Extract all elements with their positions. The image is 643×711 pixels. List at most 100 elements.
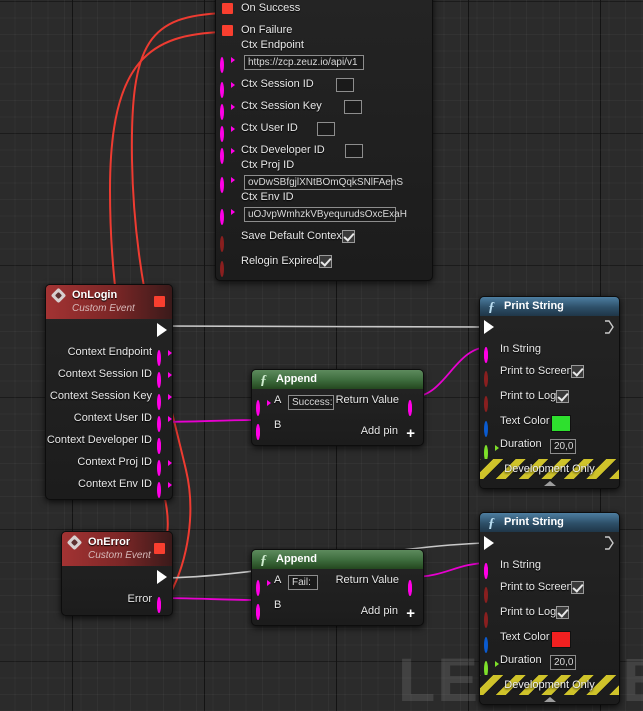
- print2-header[interactable]: ƒ Print String: [480, 513, 619, 532]
- append1-a-pin[interactable]: [256, 397, 271, 416]
- row-print1-print-to-screen[interactable]: Print to Screen: [480, 360, 619, 387]
- append-node-success[interactable]: ƒ Append A Success: Return Value B Add p…: [251, 369, 424, 446]
- ctx-endpoint-pin[interactable]: [220, 54, 235, 73]
- context-proj-id-pin[interactable]: [157, 457, 172, 476]
- ctx-env-id-pin[interactable]: [220, 206, 235, 225]
- append2-a-pin[interactable]: [256, 577, 271, 596]
- blueprint-graph-canvas[interactable]: LEVEL B On Success On Fa: [0, 0, 643, 711]
- print1-in-string-pin[interactable]: [484, 344, 495, 363]
- row-print2-print-to-screen[interactable]: Print to Screen: [480, 576, 619, 603]
- row-error-output[interactable]: Error: [62, 588, 172, 615]
- row-context-endpoint[interactable]: Context Endpoint: [46, 341, 172, 366]
- ctx-session-key-input[interactable]: [344, 100, 362, 114]
- print1-text-color-pin[interactable]: [484, 418, 495, 437]
- print2-duration-pin[interactable]: [484, 658, 499, 677]
- append2-a-input[interactable]: Fail:: [288, 575, 318, 590]
- row-onerror-exec-out[interactable]: [62, 566, 172, 588]
- append2-add-pin-button[interactable]: +: [406, 606, 415, 621]
- print2-exec-out-pin[interactable]: [604, 536, 614, 550]
- relogin-expired-pin[interactable]: [220, 258, 231, 277]
- row-save-default-context[interactable]: Save Default Context: [216, 225, 432, 252]
- onlogin-event-node[interactable]: OnLogin Custom Event Context Endpoint Co…: [45, 284, 173, 500]
- on-success-exec-pin[interactable]: [222, 3, 233, 14]
- row-context-env-id[interactable]: Context Env ID: [46, 473, 172, 499]
- row-print1-in-string[interactable]: In String: [480, 338, 619, 363]
- ctx-env-id-input[interactable]: uOJvpWmhzkVByequrudsOxcExaH: [244, 207, 407, 222]
- row-print1-text-color[interactable]: Text Color: [480, 410, 619, 437]
- row-append1-a[interactable]: A Success: Return Value: [252, 389, 423, 416]
- row-ctx-endpoint[interactable]: Ctx Endpoint https://zcp.zeuz.io/api/v1: [216, 39, 432, 73]
- row-append1-b[interactable]: B Add pin +: [252, 416, 423, 445]
- print1-print-to-log-checkbox[interactable]: [556, 390, 569, 403]
- onerror-header[interactable]: OnError Custom Event: [62, 532, 172, 566]
- print2-text-color-swatch[interactable]: [551, 631, 571, 648]
- row-append2-a[interactable]: A Fail: Return Value: [252, 569, 423, 596]
- print1-exec-in-pin[interactable]: [484, 320, 494, 334]
- row-context-user-id[interactable]: Context User ID: [46, 407, 172, 432]
- row-relogin-expired[interactable]: Relogin Expired: [216, 250, 432, 277]
- row-on-success[interactable]: On Success: [216, 0, 432, 19]
- ctx-proj-id-pin[interactable]: [220, 174, 235, 193]
- ctx-user-id-pin[interactable]: [220, 123, 235, 142]
- print2-print-to-screen-pin[interactable]: [484, 584, 495, 603]
- row-print1-duration[interactable]: Duration 20,0: [480, 435, 619, 461]
- onerror-delegate-pin[interactable]: [154, 543, 165, 554]
- print1-duration-input[interactable]: 20,0: [550, 439, 576, 454]
- row-onlogin-exec-out[interactable]: [46, 319, 172, 341]
- relogin-expired-checkbox[interactable]: [319, 255, 332, 268]
- row-print2-text-color[interactable]: Text Color: [480, 626, 619, 653]
- append2-b-pin[interactable]: [256, 601, 267, 620]
- ctx-proj-id-input[interactable]: ovDwSBfgjlXNtBOmQqkSNlFAenS: [244, 175, 403, 190]
- row-print1-exec[interactable]: [480, 316, 619, 338]
- append2-return-pin[interactable]: [408, 577, 419, 596]
- ctx-developer-id-pin[interactable]: [220, 145, 235, 164]
- append2-header[interactable]: ƒ Append: [252, 550, 423, 569]
- ctx-session-id-input[interactable]: [336, 78, 354, 92]
- append1-b-pin[interactable]: [256, 421, 267, 440]
- append1-header[interactable]: ƒ Append: [252, 370, 423, 389]
- row-context-session-key[interactable]: Context Session Key: [46, 385, 172, 410]
- print2-duration-input[interactable]: 20,0: [550, 655, 576, 670]
- append1-return-pin[interactable]: [408, 397, 419, 416]
- row-print2-in-string[interactable]: In String: [480, 554, 619, 579]
- context-developer-id-pin[interactable]: [157, 435, 168, 454]
- context-user-id-pin[interactable]: [157, 413, 172, 432]
- context-session-key-pin[interactable]: [157, 391, 172, 410]
- print2-print-to-log-pin[interactable]: [484, 609, 495, 628]
- print2-collapse-toggle[interactable]: [480, 695, 619, 704]
- row-ctx-user-id[interactable]: Ctx User ID: [216, 117, 432, 142]
- login-context-node[interactable]: On Success On Failure Ctx Endpoint https…: [215, 0, 433, 281]
- onerror-event-node[interactable]: OnError Custom Event Error: [61, 531, 173, 616]
- print2-print-to-screen-checkbox[interactable]: [571, 581, 584, 594]
- append1-add-pin-button[interactable]: +: [406, 426, 415, 441]
- row-print2-print-to-log[interactable]: Print to Log: [480, 601, 619, 628]
- print-string-node-success[interactable]: ƒ Print String In String Print to Screen…: [479, 296, 620, 489]
- print1-header[interactable]: ƒ Print String: [480, 297, 619, 316]
- row-print2-duration[interactable]: Duration 20,0: [480, 651, 619, 677]
- print1-text-color-swatch[interactable]: [551, 415, 571, 432]
- row-print2-exec[interactable]: [480, 532, 619, 554]
- onerror-exec-out-pin[interactable]: [157, 570, 167, 584]
- print-string-node-fail[interactable]: ƒ Print String In String Print to Screen…: [479, 512, 620, 705]
- context-env-id-pin[interactable]: [157, 479, 172, 498]
- print2-print-to-log-checkbox[interactable]: [556, 606, 569, 619]
- ctx-user-id-input[interactable]: [317, 122, 335, 136]
- ctx-developer-id-input[interactable]: [345, 144, 363, 158]
- row-context-developer-id[interactable]: Context Developer ID: [46, 429, 172, 454]
- print1-exec-out-pin[interactable]: [604, 320, 614, 334]
- append1-a-input[interactable]: Success:: [288, 395, 334, 410]
- print1-print-to-log-pin[interactable]: [484, 393, 495, 412]
- print1-print-to-screen-checkbox[interactable]: [571, 365, 584, 378]
- row-ctx-session-id[interactable]: Ctx Session ID: [216, 73, 432, 98]
- onlogin-header[interactable]: OnLogin Custom Event: [46, 285, 172, 319]
- print2-exec-in-pin[interactable]: [484, 536, 494, 550]
- print1-duration-pin[interactable]: [484, 442, 499, 461]
- context-session-id-pin[interactable]: [157, 369, 172, 388]
- print2-text-color-pin[interactable]: [484, 634, 495, 653]
- row-print1-print-to-log[interactable]: Print to Log: [480, 385, 619, 412]
- ctx-session-key-pin[interactable]: [220, 101, 235, 120]
- print1-print-to-screen-pin[interactable]: [484, 368, 495, 387]
- context-endpoint-pin[interactable]: [157, 347, 172, 366]
- row-append2-b[interactable]: B Add pin +: [252, 596, 423, 625]
- append-node-fail[interactable]: ƒ Append A Fail: Return Value B Add pin …: [251, 549, 424, 626]
